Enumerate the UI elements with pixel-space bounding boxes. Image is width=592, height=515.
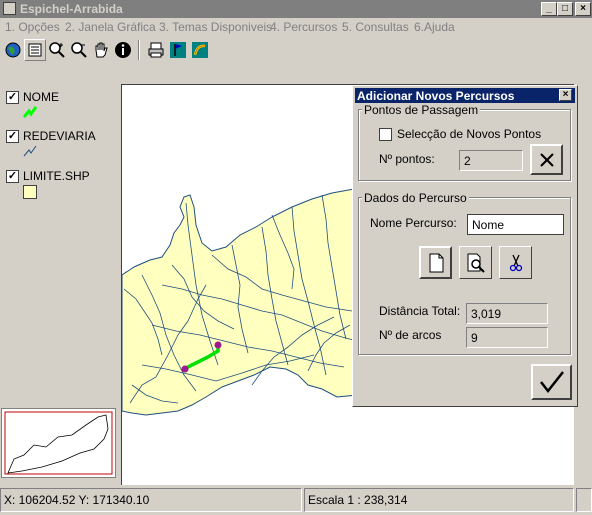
scissors-icon bbox=[509, 254, 522, 271]
clear-points-button[interactable] bbox=[530, 144, 563, 175]
layer-legend: ✓ NOME ✓ REDEVIARIA ✓ LIMITE.SHP bbox=[0, 84, 118, 404]
status-spare-field bbox=[576, 488, 592, 512]
menu-percursos[interactable]: 4. Percursos bbox=[270, 20, 337, 34]
globe-icon[interactable] bbox=[2, 39, 24, 61]
coordinates-readout: X: 106204.52 Y: 171340.10 bbox=[0, 488, 302, 512]
add-route-dialog: Adicionar Novos Percursos × Pontos de Pa… bbox=[352, 85, 578, 407]
route-name-label: Nome Percurso: bbox=[370, 216, 457, 230]
menu-temas-disponiveis[interactable]: 3. Temas Disponiveis bbox=[159, 20, 272, 34]
cut-route-button[interactable] bbox=[499, 246, 532, 279]
layer-limite-label: LIMITE.SHP bbox=[23, 169, 90, 183]
print-icon[interactable] bbox=[145, 39, 167, 61]
layer-redeviaria-label: REDEVIARIA bbox=[23, 129, 96, 143]
zoom-out-icon[interactable] bbox=[68, 39, 90, 61]
toolbar-separator bbox=[138, 40, 140, 60]
menu-ajuda[interactable]: 6.Ajuda bbox=[414, 20, 455, 34]
window-title: Espichel-Arrabida bbox=[20, 2, 123, 16]
route-line-symbol-icon bbox=[22, 106, 38, 118]
maximize-button[interactable]: □ bbox=[557, 2, 573, 16]
total-distance-label: Distância Total: bbox=[379, 304, 461, 318]
menu-opcoes[interactable]: 1. Opções bbox=[5, 20, 60, 34]
flag-icon[interactable] bbox=[167, 39, 189, 61]
waypoints-group-label: Pontos de Passagem bbox=[362, 103, 481, 117]
dialog-title-bar: Adicionar Novos Percursos × bbox=[355, 88, 575, 103]
minimize-button[interactable]: _ bbox=[541, 2, 557, 16]
land-polygon bbox=[122, 188, 358, 416]
print-preview-icon bbox=[467, 253, 485, 273]
title-bar: Espichel-Arrabida _ □ × bbox=[0, 0, 592, 18]
new-points-checkbox[interactable] bbox=[379, 128, 392, 141]
toolbar bbox=[0, 38, 592, 64]
waypoint-marker bbox=[214, 341, 222, 349]
status-bar: X: 106204.52 Y: 171340.10 Escala 1 : 238… bbox=[0, 487, 592, 515]
route-data-group-label: Dados do Percurso bbox=[362, 191, 469, 205]
checkmark-icon bbox=[539, 371, 564, 394]
zoom-in-icon[interactable] bbox=[46, 39, 68, 61]
pan-hand-icon[interactable] bbox=[90, 39, 112, 61]
close-x-icon bbox=[539, 152, 554, 167]
close-button[interactable]: × bbox=[575, 2, 591, 16]
layer-limite-checkbox[interactable]: ✓ bbox=[6, 170, 19, 183]
ok-button[interactable] bbox=[531, 364, 572, 400]
new-document-icon bbox=[429, 253, 443, 272]
menu-consultas[interactable]: 5. Consultas bbox=[342, 20, 409, 34]
overview-map[interactable] bbox=[1, 408, 116, 478]
dialog-title: Adicionar Novos Percursos bbox=[357, 89, 515, 103]
polygon-symbol-icon bbox=[23, 185, 37, 199]
info-icon[interactable] bbox=[112, 39, 134, 61]
new-points-label: Selecção de Novos Pontos bbox=[397, 127, 542, 141]
n-points-label: Nº pontos: bbox=[379, 152, 435, 166]
layer-nome-label: NOME bbox=[23, 90, 59, 104]
layer-nome-checkbox[interactable]: ✓ bbox=[6, 91, 19, 104]
total-distance-field: 3,019 bbox=[466, 303, 548, 324]
preview-route-button[interactable] bbox=[459, 246, 492, 279]
road-line-symbol-icon bbox=[23, 145, 37, 157]
new-route-button[interactable] bbox=[419, 246, 452, 279]
legend-icon[interactable] bbox=[24, 39, 46, 61]
n-points-field: 2 bbox=[459, 150, 523, 171]
n-arcs-label: Nº de arcos bbox=[379, 328, 442, 342]
layer-redeviaria-checkbox[interactable]: ✓ bbox=[6, 130, 19, 143]
menu-bar: 1. Opções 2. Janela Gráfica 3. Temas Dis… bbox=[0, 18, 592, 36]
scale-readout: Escala 1 : 238,314 bbox=[304, 488, 574, 512]
waypoint-marker bbox=[181, 365, 189, 373]
menu-janela-grafica[interactable]: 2. Janela Gráfica bbox=[65, 20, 156, 34]
dialog-close-button[interactable]: × bbox=[559, 89, 572, 101]
n-arcs-field: 9 bbox=[466, 327, 548, 348]
app-icon bbox=[3, 2, 16, 15]
route-icon[interactable] bbox=[189, 39, 211, 61]
route-name-input[interactable]: Nome bbox=[467, 214, 564, 235]
